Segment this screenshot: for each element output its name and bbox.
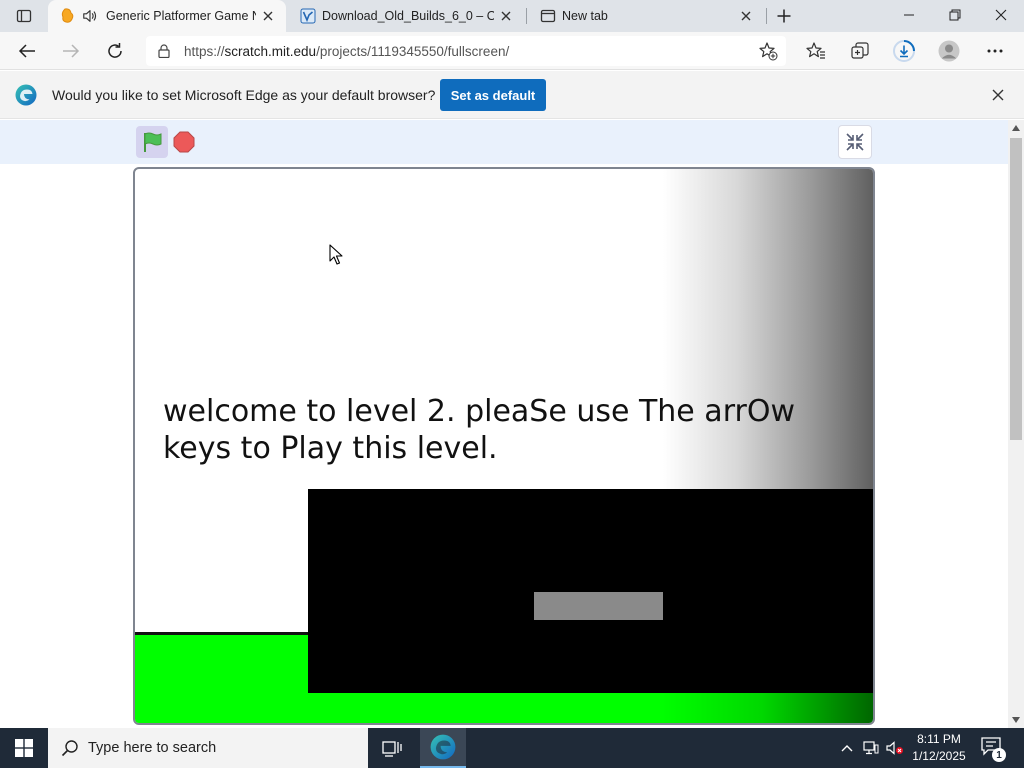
clock-time: 8:11 PM bbox=[917, 732, 961, 746]
url-scheme: https:// bbox=[184, 43, 225, 59]
forward-arrow-icon bbox=[63, 44, 80, 58]
close-icon bbox=[992, 89, 1004, 101]
restore-icon bbox=[949, 9, 961, 21]
speaker-audio-icon[interactable] bbox=[82, 8, 98, 24]
task-view-icon bbox=[382, 741, 402, 757]
start-button[interactable] bbox=[0, 728, 48, 768]
tab-generic-platformer[interactable]: Generic Platformer Game N bbox=[48, 0, 286, 32]
minimize-button[interactable] bbox=[886, 0, 932, 30]
collections-button[interactable] bbox=[845, 36, 875, 66]
gray-platform-sprite bbox=[534, 592, 663, 620]
show-hidden-icons-button[interactable] bbox=[836, 728, 858, 768]
lock-icon[interactable] bbox=[156, 43, 172, 59]
profile-avatar-icon bbox=[938, 40, 960, 62]
taskbar-search-box[interactable]: Type here to search bbox=[48, 728, 368, 768]
stop-button[interactable] bbox=[172, 130, 196, 154]
notification-count-badge: 1 bbox=[992, 748, 1006, 762]
scratch-stage[interactable]: welcome to level 2. pleaSe use The arrOw… bbox=[133, 167, 875, 725]
set-as-default-button[interactable]: Set as default bbox=[440, 79, 546, 111]
tab-separator bbox=[526, 8, 527, 24]
new-tab-page-icon bbox=[540, 8, 556, 24]
url-path: /projects/1119345550/fullscreen/ bbox=[316, 43, 510, 59]
minimize-icon bbox=[904, 14, 914, 16]
windows-taskbar: Type here to search 8:11 PM 1/12/2025 1 bbox=[0, 728, 1024, 768]
edge-logo-icon bbox=[15, 84, 37, 106]
close-icon bbox=[995, 9, 1007, 21]
default-browser-infobar: Would you like to set Microsoft Edge as … bbox=[0, 71, 1024, 119]
plus-icon bbox=[777, 9, 791, 23]
exit-fullscreen-icon bbox=[846, 133, 864, 151]
refresh-icon bbox=[108, 43, 122, 58]
tab-strip: Generic Platformer Game N Download_Old_B… bbox=[0, 0, 1024, 32]
back-arrow-icon bbox=[18, 44, 35, 58]
level-instruction-text: welcome to level 2. pleaSe use The arrOw… bbox=[163, 394, 795, 466]
tab-close-icon[interactable] bbox=[498, 8, 514, 24]
scroll-up-arrow-icon[interactable] bbox=[1008, 122, 1024, 134]
download-progress-icon bbox=[893, 40, 915, 62]
green-ground-left bbox=[135, 635, 308, 723]
black-terrain-block bbox=[308, 489, 873, 693]
exit-fullscreen-button[interactable] bbox=[838, 125, 872, 159]
virtualbox-favicon-icon bbox=[300, 8, 316, 24]
scratch-controls-bar bbox=[0, 120, 1008, 164]
stop-sign-icon bbox=[173, 131, 195, 153]
tab-close-icon[interactable] bbox=[738, 8, 754, 24]
windows-logo-icon bbox=[15, 739, 33, 757]
tab-close-icon[interactable] bbox=[260, 8, 276, 24]
page-content: welcome to level 2. pleaSe use The arrOw… bbox=[0, 120, 1008, 728]
notification-center-button[interactable]: 1 bbox=[980, 736, 1006, 762]
tab-new-tab[interactable]: New tab bbox=[528, 0, 764, 32]
volume-button[interactable] bbox=[884, 728, 906, 768]
green-flag-button[interactable] bbox=[136, 126, 168, 158]
new-tab-button[interactable] bbox=[772, 4, 796, 28]
tab-title: New tab bbox=[562, 9, 608, 23]
network-icon bbox=[863, 741, 879, 755]
tab-separator bbox=[766, 8, 767, 24]
tab-download-old-builds[interactable]: Download_Old_Builds_6_0 – Ora bbox=[288, 0, 524, 32]
mouse-cursor-icon bbox=[329, 244, 343, 265]
tab-title: Generic Platformer Game N bbox=[106, 9, 256, 23]
star-plus-icon bbox=[759, 42, 778, 61]
taskbar-clock[interactable]: 8:11 PM 1/12/2025 bbox=[906, 731, 972, 765]
address-bar[interactable]: https://scratch.mit.edu/projects/1119345… bbox=[146, 36, 786, 66]
collections-icon bbox=[851, 42, 869, 59]
settings-more-button[interactable] bbox=[980, 36, 1010, 66]
vertical-scrollbar[interactable] bbox=[1008, 120, 1024, 728]
url-host: scratch.mit.edu bbox=[224, 43, 317, 59]
tab-actions-button[interactable] bbox=[8, 4, 40, 28]
restore-button[interactable] bbox=[932, 0, 978, 30]
favorites-button[interactable] bbox=[801, 36, 831, 66]
green-flag-icon bbox=[144, 132, 162, 152]
downloads-button[interactable] bbox=[889, 36, 919, 66]
add-favorite-button[interactable] bbox=[756, 39, 780, 63]
edge-browser-icon bbox=[430, 734, 456, 760]
tab-actions-icon bbox=[16, 9, 32, 23]
taskbar-edge-button[interactable] bbox=[420, 728, 466, 768]
scroll-down-arrow-icon[interactable] bbox=[1008, 714, 1024, 726]
infobar-message: Would you like to set Microsoft Edge as … bbox=[52, 87, 436, 103]
scrollbar-thumb[interactable] bbox=[1010, 138, 1022, 440]
forward-button[interactable] bbox=[56, 36, 86, 66]
scratch-favicon-icon bbox=[60, 8, 76, 24]
url-text: https://scratch.mit.edu/projects/1119345… bbox=[184, 44, 509, 59]
more-dots-icon bbox=[987, 49, 1003, 53]
green-ground-floor bbox=[308, 693, 873, 723]
network-button[interactable] bbox=[860, 728, 882, 768]
infobar-close-button[interactable] bbox=[988, 85, 1008, 105]
close-window-button[interactable] bbox=[978, 0, 1024, 30]
volume-muted-icon bbox=[886, 741, 903, 755]
search-icon bbox=[60, 738, 80, 758]
search-placeholder: Type here to search bbox=[88, 740, 217, 756]
chevron-up-icon bbox=[841, 745, 853, 752]
back-button[interactable] bbox=[12, 36, 42, 66]
browser-toolbar: https://scratch.mit.edu/projects/1119345… bbox=[0, 32, 1024, 70]
refresh-button[interactable] bbox=[100, 36, 130, 66]
task-view-button[interactable] bbox=[370, 728, 414, 768]
clock-date: 1/12/2025 bbox=[912, 749, 966, 763]
profile-button[interactable] bbox=[934, 36, 964, 66]
favorites-star-icon bbox=[806, 42, 825, 59]
tab-title: Download_Old_Builds_6_0 – Ora bbox=[322, 9, 494, 23]
